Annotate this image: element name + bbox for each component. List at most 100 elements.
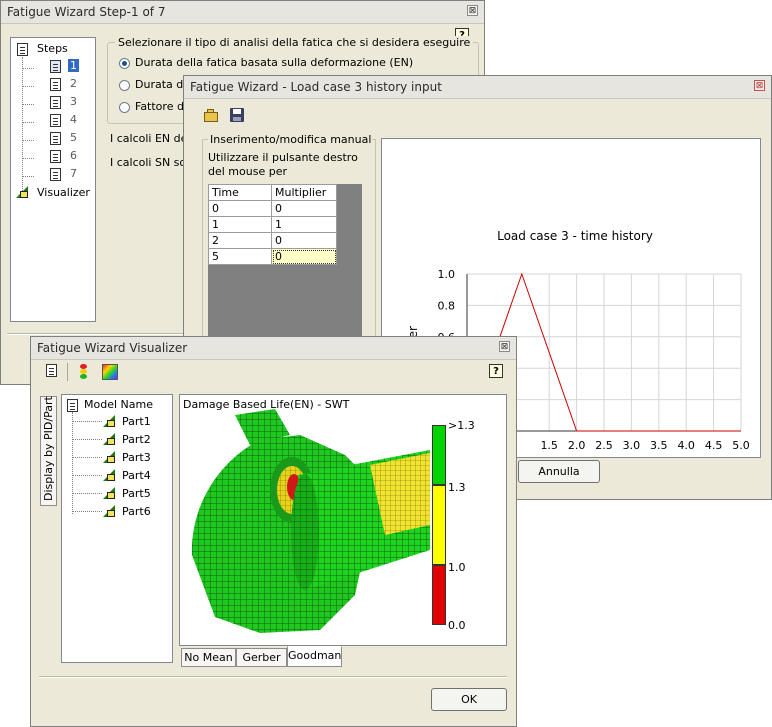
legend-label-1-3: 1.3 [448, 481, 466, 494]
note-en: I calcoli EN dev [110, 132, 194, 145]
tab-no-mean[interactable]: No Mean [181, 648, 236, 667]
fatigue-model-render[interactable] [180, 395, 506, 645]
x-tick-label: 4.0 [677, 439, 695, 452]
legend-bar-mid [432, 485, 446, 565]
legend-label-1-0: 1.0 [448, 561, 466, 574]
y-tick-label: 0.8 [438, 299, 456, 312]
tree-item-part4[interactable]: Part4 [122, 469, 151, 482]
visualizer-icon [16, 186, 29, 199]
x-tick-label: 5.0 [732, 439, 750, 452]
ok-button[interactable]: OK [431, 688, 507, 711]
document-icon[interactable] [46, 364, 57, 377]
wizard-steps-tree: Steps 1 2 3 4 5 6 7 Visualizer [10, 37, 96, 322]
hint-text: Utilizzare il pulsante destro del mouse … [208, 151, 358, 178]
step-item-6[interactable]: 6 [70, 149, 77, 162]
model-viewport[interactable]: Damage Based Life(EN) - SWT >1.3 1.3 1.0… [179, 394, 507, 646]
cell-time[interactable]: 1 [208, 216, 272, 233]
side-tab-label: Display by PID/Part [42, 396, 55, 501]
cell-time[interactable]: 5 [208, 248, 272, 265]
tree-branch [72, 493, 102, 494]
model-doc-icon [67, 399, 78, 412]
tree-item-part2[interactable]: Part2 [122, 433, 151, 446]
tab-goodman[interactable]: Goodman [287, 646, 342, 667]
radio-option-2[interactable] [119, 80, 130, 91]
visualizer-titlebar[interactable]: Fatigue Wizard Visualizer ⊠ [31, 337, 516, 360]
history-titlebar[interactable]: Fatigue Wizard - Load case 3 history inp… [184, 76, 771, 99]
step-item-7[interactable]: 7 [70, 167, 77, 180]
chart-title: Load case 3 - time history [497, 229, 653, 243]
legend-bar-high [432, 425, 446, 485]
part-icon [103, 451, 116, 464]
x-tick-label: 3.0 [623, 439, 641, 452]
step-doc-icon [50, 132, 61, 145]
step-item-1[interactable]: 1 [68, 59, 79, 72]
step-item-4[interactable]: 4 [70, 113, 77, 126]
visualizer-title: Fatigue Wizard Visualizer [37, 341, 188, 355]
steps-root-label[interactable]: Steps [37, 42, 68, 55]
close-icon[interactable]: ⊠ [754, 80, 765, 91]
table-header-row: Time Multiplier [208, 184, 337, 201]
save-icon[interactable] [230, 108, 244, 122]
color-map-icon[interactable] [102, 364, 118, 380]
history-title: Fatigue Wizard - Load case 3 history inp… [190, 80, 442, 94]
history-table: Time Multiplier 0 0 1 1 2 0 5 0 [208, 184, 337, 265]
cancel-button[interactable]: Annulla [518, 460, 600, 483]
tree-branch [72, 439, 102, 440]
option-en-label[interactable]: Durata della fatica basata sulla deforma… [135, 56, 413, 69]
cell-multiplier[interactable]: 0 [271, 248, 337, 265]
step-doc-icon [50, 96, 61, 109]
part-icon [103, 469, 116, 482]
help-icon[interactable]: ? [489, 364, 503, 378]
step-doc-icon [50, 168, 61, 181]
table-row[interactable]: 2 0 [208, 232, 337, 249]
cell-multiplier[interactable]: 0 [271, 200, 337, 217]
tree-item-part1[interactable]: Part1 [122, 415, 151, 428]
tab-gerber[interactable]: Gerber [236, 648, 287, 667]
step-doc-icon [50, 78, 61, 91]
step-doc-icon [50, 150, 61, 163]
tree-item-part6[interactable]: Part6 [122, 505, 151, 518]
cell-multiplier[interactable]: 1 [271, 216, 337, 233]
analysis-question: Selezionare il tipo di analisi della fat… [115, 36, 474, 49]
tree-branch [22, 140, 34, 141]
traffic-light-icon[interactable] [78, 364, 90, 379]
side-tab-display-by-pid[interactable]: Display by PID/Part [40, 396, 57, 506]
header-multiplier[interactable]: Multiplier [271, 184, 337, 201]
tree-branch [22, 122, 34, 123]
table-row[interactable]: 1 1 [208, 216, 337, 233]
tree-branch [72, 457, 102, 458]
step-item-3[interactable]: 3 [70, 95, 77, 108]
model-name-label[interactable]: Model Name [84, 398, 153, 411]
cell-time[interactable]: 2 [208, 232, 272, 249]
part-icon [103, 505, 116, 518]
wizard-titlebar[interactable]: Fatigue Wizard Step-1 of 7 ⊠ [1, 1, 484, 24]
step-item-5[interactable]: 5 [70, 131, 77, 144]
part-icon [103, 415, 116, 428]
legend-label-0-0: 0.0 [448, 619, 466, 632]
table-row[interactable]: 0 0 [208, 200, 337, 217]
x-tick-label: 3.5 [650, 439, 668, 452]
header-time[interactable]: Time [208, 184, 272, 201]
tree-item-part5[interactable]: Part5 [122, 487, 151, 500]
note-sn: I calcoli SN son [110, 156, 194, 169]
cell-time[interactable]: 0 [208, 200, 272, 217]
radio-option-3[interactable] [119, 102, 130, 113]
tree-branch [72, 421, 102, 422]
table-row[interactable]: 5 0 [208, 248, 337, 265]
cell-multiplier[interactable]: 0 [271, 232, 337, 249]
open-folder-icon[interactable] [204, 109, 220, 122]
visualizer-tree-label[interactable]: Visualizer [37, 186, 90, 199]
y-tick-label: 1.0 [438, 268, 456, 281]
step-doc-icon [50, 60, 61, 73]
radio-en[interactable] [119, 58, 130, 69]
manual-input-label: Inserimento/modifica manuale dei d [208, 133, 372, 146]
tree-item-part3[interactable]: Part3 [122, 451, 151, 464]
tree-line [72, 412, 73, 514]
tree-branch [72, 475, 102, 476]
tree-branch [22, 176, 34, 177]
x-tick-label: 1.5 [540, 439, 558, 452]
close-icon[interactable]: ⊠ [499, 341, 510, 352]
step-item-2[interactable]: 2 [70, 77, 77, 90]
close-icon[interactable]: ⊠ [467, 5, 478, 16]
x-tick-label: 2.5 [595, 439, 613, 452]
